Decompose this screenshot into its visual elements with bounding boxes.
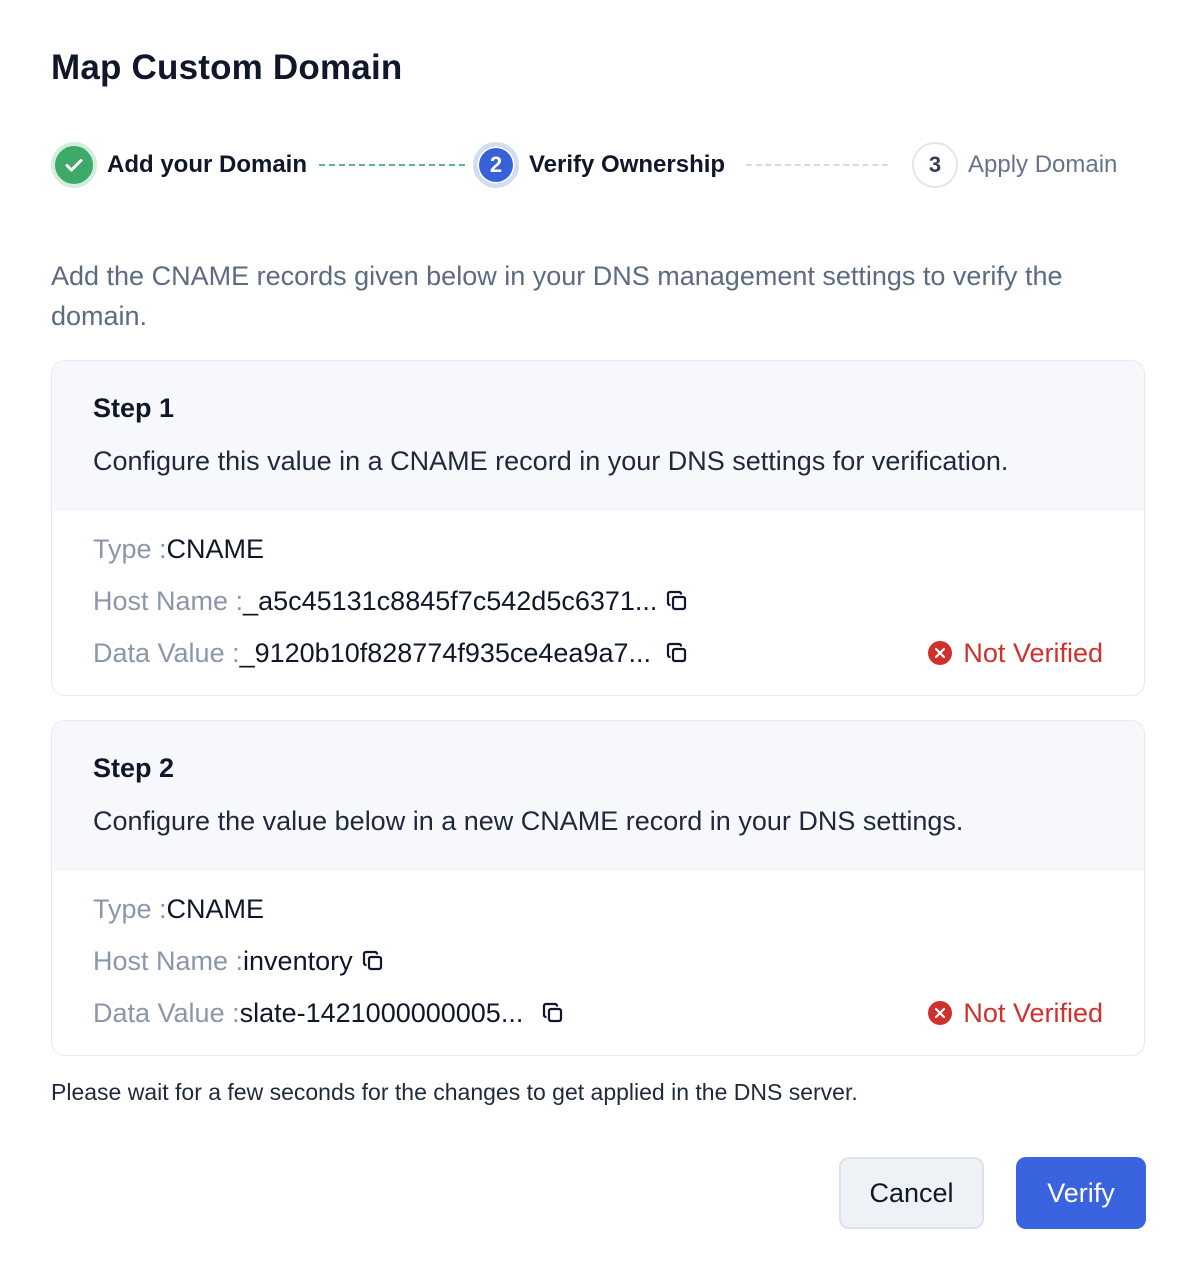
step-apply-domain: 3 Apply Domain — [912, 141, 1117, 189]
host-name-row: Host Name : _a5c45131c8845f7c542d5c6371.… — [93, 583, 689, 619]
status-text: Not Verified — [963, 997, 1103, 1028]
data-value-row: Data Value : slate-1421000000005... — [93, 995, 565, 1031]
card-header: Step 2 Configure the value below in a ne… — [52, 721, 1144, 871]
step-number: 3 — [912, 142, 958, 188]
step-connector — [746, 164, 888, 166]
host-name-label: Host Name : — [93, 945, 244, 976]
host-name-row: Host Name : inventory — [93, 943, 385, 979]
type-row: Type : CNAME — [93, 891, 264, 927]
card-title: Step 2 — [93, 753, 175, 783]
verification-status: Not Verified — [927, 995, 1103, 1031]
card-header: Step 1 Configure this value in a CNAME r… — [52, 361, 1144, 511]
step-number: 2 — [473, 142, 519, 188]
copy-icon[interactable] — [665, 589, 689, 613]
step-connector — [319, 164, 465, 166]
copy-icon[interactable] — [361, 949, 385, 973]
dns-record-card: Step 1 Configure this value in a CNAME r… — [51, 360, 1145, 696]
step-verify-ownership: 2 Verify Ownership — [473, 141, 725, 189]
data-value-label: Data Value : — [93, 997, 240, 1028]
type-value: CNAME — [166, 533, 265, 564]
step-label: Apply Domain — [968, 151, 1118, 178]
card-description: Configure this value in a CNAME record i… — [93, 446, 1009, 476]
x-circle-icon — [927, 1000, 953, 1026]
dns-wait-note: Please wait for a few seconds for the ch… — [51, 1079, 858, 1105]
x-circle-icon — [927, 640, 953, 666]
instruction-text: Add the CNAME records given below in you… — [51, 261, 1063, 331]
type-row: Type : CNAME — [93, 531, 264, 567]
stepper: Add your Domain 2 Verify Ownership 3 App… — [51, 141, 1151, 189]
host-name-label: Host Name : — [93, 585, 244, 616]
status-text: Not Verified — [963, 637, 1103, 668]
step-label: Add your Domain — [107, 151, 308, 178]
data-value-label: Data Value : — [93, 637, 240, 668]
card-body: Type : CNAME Host Name : inventory Data … — [52, 871, 1144, 1055]
data-value-value: _9120b10f828774f935ce4ea9a7... — [239, 637, 651, 668]
step-add-domain: Add your Domain — [51, 141, 307, 189]
copy-icon[interactable] — [665, 641, 689, 665]
card-body: Type : CNAME Host Name : _a5c45131c8845f… — [52, 511, 1144, 695]
cancel-button[interactable]: Cancel — [839, 1157, 984, 1229]
dns-record-card: Step 2 Configure the value below in a ne… — [51, 720, 1145, 1056]
step-label: Verify Ownership — [529, 151, 726, 178]
verify-button[interactable]: Verify — [1016, 1157, 1146, 1229]
host-name-value: _a5c45131c8845f7c542d5c6371... — [243, 585, 658, 616]
verification-status: Not Verified — [927, 635, 1103, 671]
type-label: Type : — [93, 893, 167, 924]
check-icon — [51, 142, 97, 188]
data-value-value: slate-1421000000005... — [239, 997, 524, 1028]
host-name-value: inventory — [243, 945, 353, 976]
type-label: Type : — [93, 533, 167, 564]
map-custom-domain-dialog: Map Custom Domain Add your Domain 2 Veri… — [0, 0, 1196, 1280]
dialog-title: Map Custom Domain — [51, 48, 403, 87]
type-value: CNAME — [166, 893, 265, 924]
copy-icon[interactable] — [541, 1001, 565, 1025]
card-title: Step 1 — [93, 393, 175, 423]
card-description: Configure the value below in a new CNAME… — [93, 806, 964, 836]
data-value-row: Data Value : _9120b10f828774f935ce4ea9a7… — [93, 635, 689, 671]
